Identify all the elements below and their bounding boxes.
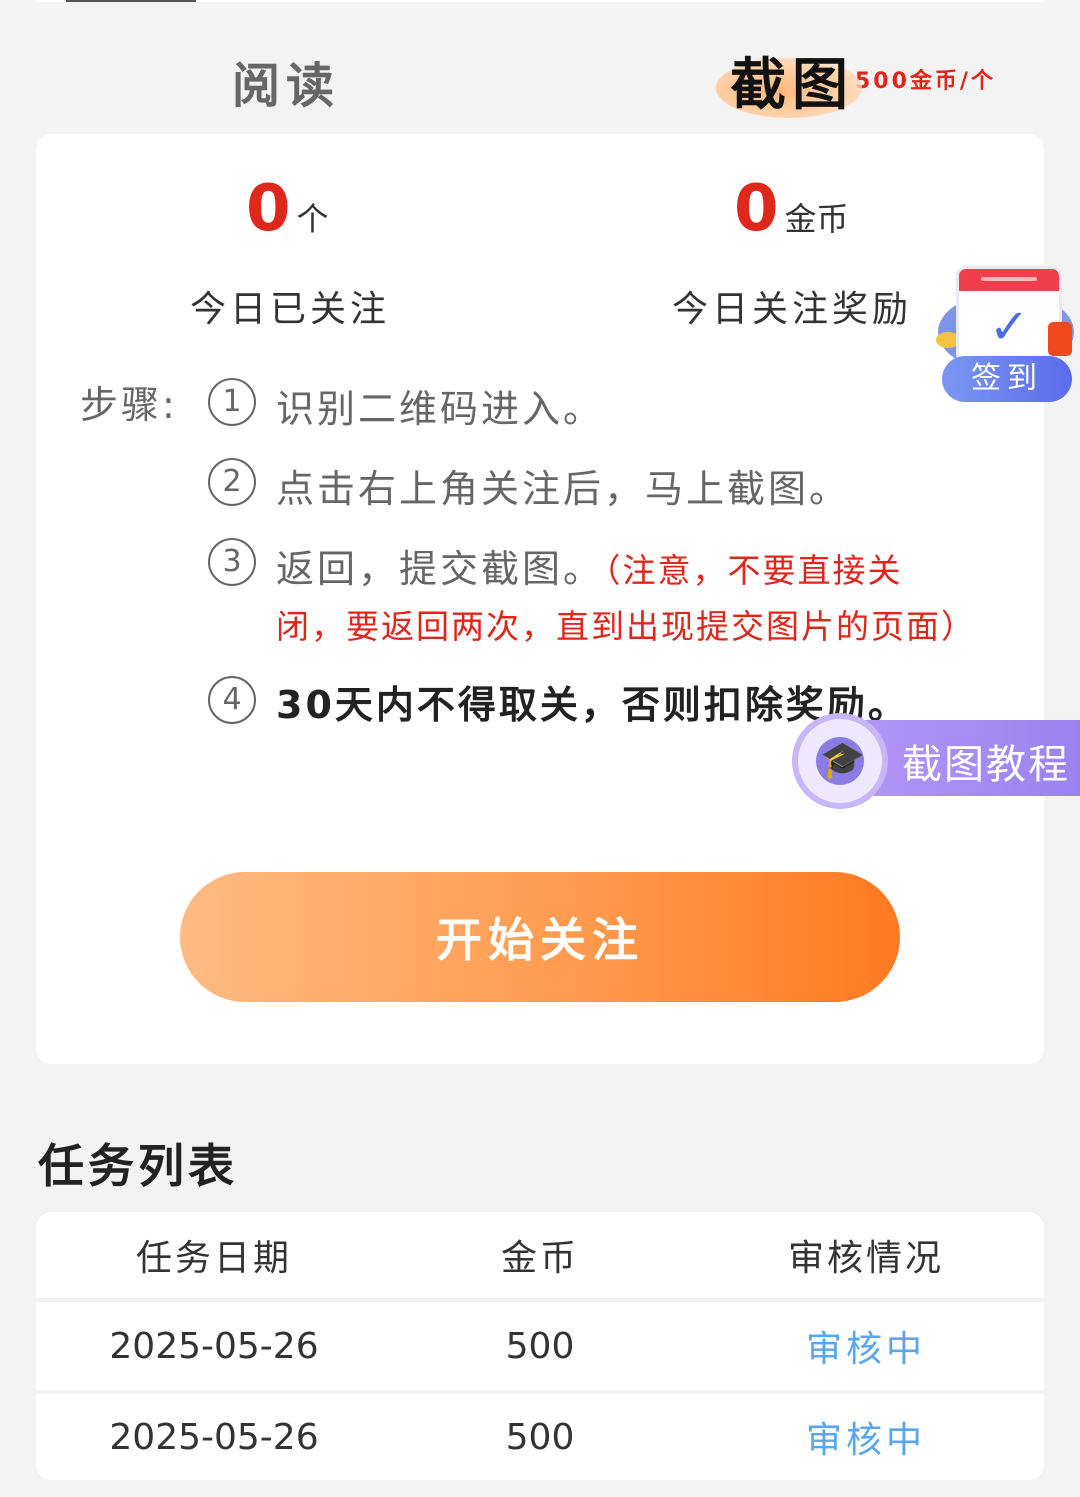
step-number-3: 3 [208, 538, 256, 586]
step-number-4: 4 [208, 676, 256, 724]
reward-amount: 0 [734, 172, 779, 246]
tab-read[interactable]: 阅读 [232, 46, 340, 116]
step-text-1: 识别二维码进入。 [276, 387, 605, 431]
step-3-warning-continued: 闭，要返回两次，直到出现提交图片的页面） [276, 607, 976, 646]
graduation-cap-icon: 🎓 [792, 713, 888, 809]
task-date: 2025-05-26 [109, 1325, 319, 1367]
signin-label: 签到 [942, 356, 1072, 402]
start-follow-button[interactable]: 开始关注 [180, 872, 900, 1002]
task-list-title: 任务列表 [38, 1139, 238, 1193]
top-bar-edge [36, 0, 1044, 2]
calendar-check-icon: ✓ [956, 266, 1062, 364]
table-header: 任务日期 金币 审核情况 [36, 1212, 1044, 1298]
followed-count-stat: 0个 [246, 172, 329, 246]
column-header-coins: 金币 [500, 1238, 579, 1279]
reward-label: 今日关注奖励 [672, 289, 913, 330]
step-number-2: 2 [208, 458, 256, 506]
task-status: 审核中 [805, 1329, 926, 1370]
reward-unit: 金币 [784, 200, 849, 238]
task-status: 审核中 [805, 1420, 926, 1461]
reward-stat: 0 金币 [734, 172, 849, 246]
task-coins: 500 [505, 1325, 575, 1367]
table-row[interactable]: 2025-05-26 500 审核中 [36, 1394, 1044, 1480]
followed-count: 0 [246, 172, 291, 246]
followed-unit: 个 [296, 200, 329, 238]
step-text-2: 点击右上角关注后，马上截图。 [276, 467, 851, 511]
red-packet-icon [1048, 322, 1072, 356]
tab-screenshot[interactable]: 截图 [730, 40, 854, 121]
step-text-3: 返回，提交截图。（注意，不要直接关 [276, 538, 903, 593]
screenshot-tutorial-label[interactable]: 截图教程 [902, 732, 1070, 790]
step-text-3-main: 返回，提交截图。 [276, 547, 605, 591]
task-table: 任务日期 金币 审核情况 2025-05-26 500 审核中 2025-05-… [36, 1212, 1044, 1480]
step-3-warning: （注意，不要直接关 [604, 551, 903, 590]
task-coins: 500 [505, 1416, 575, 1458]
table-row[interactable]: 2025-05-26 500 审核中 [36, 1302, 1044, 1390]
column-header-date: 任务日期 [135, 1238, 292, 1279]
followed-label: 今日已关注 [190, 289, 391, 330]
signin-widget[interactable]: ✓ 签到 [936, 262, 1078, 407]
column-header-status: 审核情况 [787, 1238, 944, 1279]
task-date: 2025-05-26 [109, 1416, 319, 1458]
steps-label: 步骤: [80, 383, 178, 427]
step-number-1: 1 [208, 378, 256, 426]
tab-screenshot-price: 500金币/个 [855, 69, 996, 94]
